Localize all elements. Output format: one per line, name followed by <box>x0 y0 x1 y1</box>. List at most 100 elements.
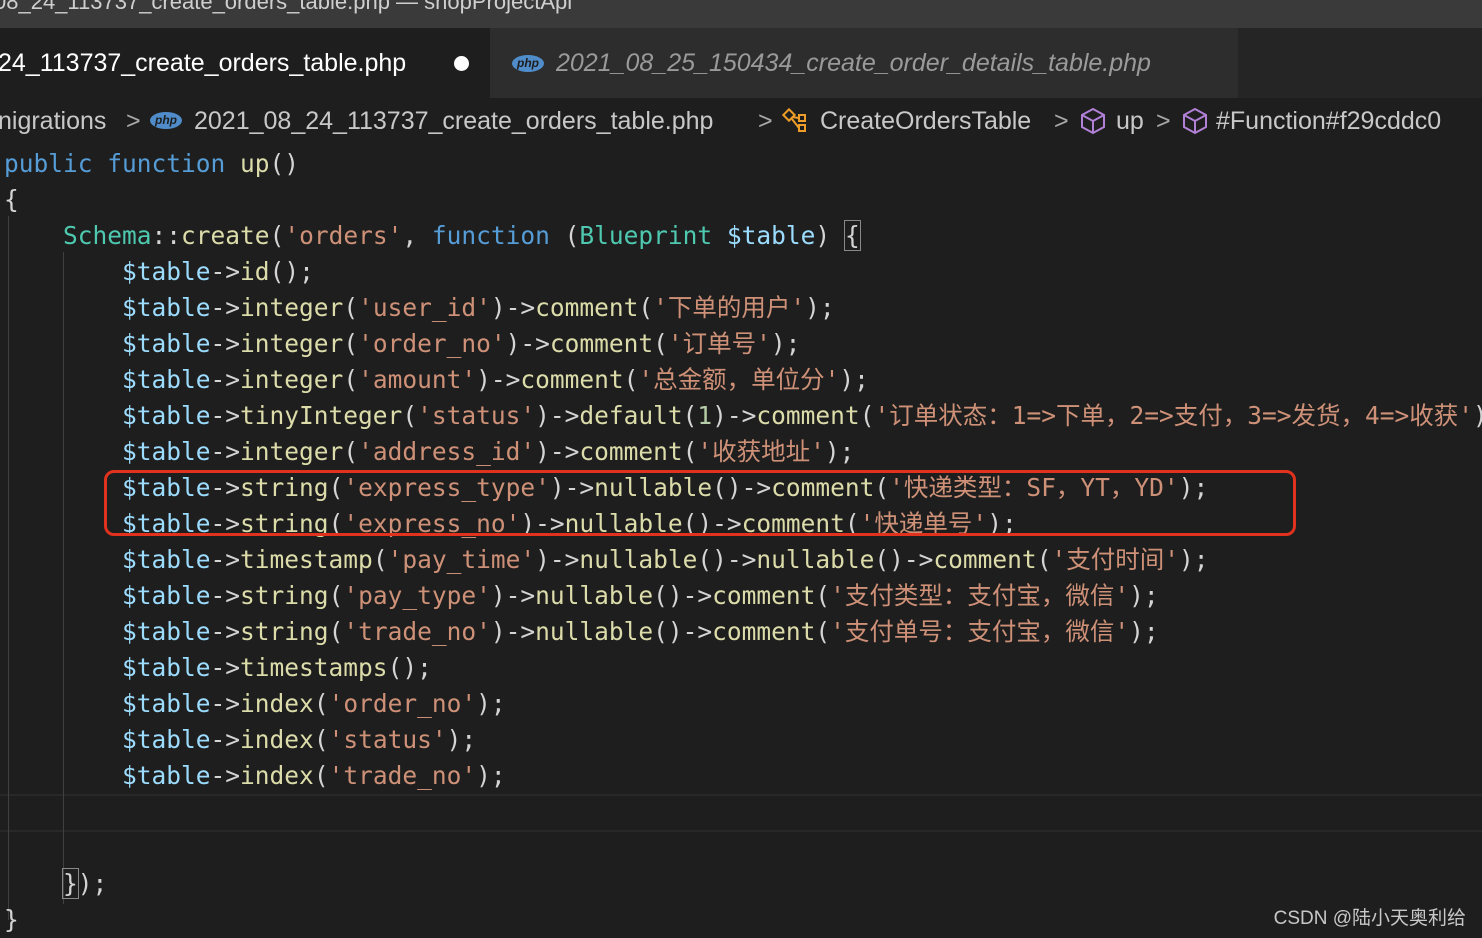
breadcrumb-folder[interactable]: nigrations <box>0 98 106 144</box>
breadcrumb-function[interactable]: #Function#f29cddc0 <box>1216 98 1441 144</box>
code-token: -> <box>210 689 241 718</box>
code-token: ); <box>1473 401 1482 430</box>
chevron-right-icon: > <box>126 107 141 135</box>
tab-label: 24_113737_create_orders_table.php <box>0 49 407 77</box>
code-token: () <box>269 149 300 178</box>
code-line: $table->tinyInteger('status')->default(1… <box>4 398 1482 434</box>
php-icon: php <box>150 112 182 129</box>
code-token: { <box>4 185 19 214</box>
code-token: ( <box>343 293 359 322</box>
code-token: ); <box>1129 617 1159 646</box>
code-line: $table->index('order_no'); <box>4 686 506 722</box>
code-editor[interactable]: public function up(){ Schema::create('or… <box>0 144 1482 936</box>
code-token: 'order_no' <box>328 689 477 718</box>
code-token: -> <box>210 545 241 574</box>
code-token: -> <box>210 401 241 430</box>
code-token: '订单状态：1=>下单，2=>支付，3=>发货，4=>收获' <box>874 401 1473 430</box>
code-line: $table->string('trade_no')->nullable()->… <box>4 614 1159 650</box>
code-token: 1 <box>697 401 713 430</box>
code-token: ()-> <box>653 581 713 610</box>
code-token: $table <box>122 401 211 430</box>
code-token: ()-> <box>874 545 934 574</box>
code-token: string <box>240 581 329 610</box>
code-token: ( <box>343 329 359 358</box>
chevron-right-icon: > <box>758 107 773 135</box>
code-token: Blueprint <box>579 221 727 250</box>
breadcrumb-class[interactable]: CreateOrdersTable <box>820 98 1031 144</box>
code-token: )-> <box>490 293 536 322</box>
code-token: default <box>579 401 683 430</box>
code-token: (); <box>387 653 432 682</box>
code-line: public function up() <box>4 146 299 182</box>
current-line-highlight <box>0 794 1482 832</box>
tab-create-order-details-table[interactable]: php 2021_08_25_150434_create_order_detai… <box>490 28 1238 98</box>
code-token: 'pay_time' <box>387 545 536 574</box>
code-token: ( <box>372 545 388 574</box>
code-token: '总金额，单位分' <box>638 365 840 394</box>
code-token: $table <box>122 761 211 790</box>
breadcrumb-file[interactable]: 2021_08_24_113737_create_orders_table.ph… <box>194 98 713 144</box>
code-token: up <box>240 149 270 178</box>
code-token: )-> <box>490 617 536 646</box>
code-token: ); <box>805 293 835 322</box>
code-token: ); <box>824 437 855 466</box>
method-cube-icon <box>1081 107 1105 135</box>
code-token: ); <box>839 365 869 394</box>
code-line: $table->integer('address_id')->comment('… <box>4 434 854 470</box>
code-token: index <box>240 761 314 790</box>
code-token: 'status' <box>328 725 447 754</box>
code-token: ( <box>682 437 698 466</box>
code-token: $table <box>122 293 211 322</box>
code-token: '支付类型：支付宝，微信' <box>830 581 1130 610</box>
code-token: -> <box>210 329 241 358</box>
code-token: function <box>107 149 241 178</box>
code-token: '收获地址' <box>697 437 825 466</box>
code-token: comment <box>520 365 624 394</box>
code-token: index <box>240 689 314 718</box>
code-line: $table->integer('amount')->comment('总金额，… <box>4 362 869 398</box>
code-token: index <box>240 725 314 754</box>
code-token: )-> <box>535 401 580 430</box>
code-token: comment <box>712 617 816 646</box>
code-token: 'trade_no' <box>343 617 491 646</box>
code-token: ( <box>638 293 654 322</box>
code-token: comment <box>712 581 816 610</box>
code-token: $table <box>122 581 211 610</box>
code-token: ( <box>269 221 285 250</box>
code-line: $table->integer('order_no')->comment('订单… <box>4 326 800 362</box>
watermark: CSDN @陆小天奥利给 <box>1273 908 1466 929</box>
code-token: ( <box>682 401 698 430</box>
tab-create-orders-table[interactable]: 24_113737_create_orders_table.php <box>0 28 490 98</box>
annotation-highlight-box <box>104 470 1296 536</box>
code-token: 'amount' <box>358 365 477 394</box>
code-token: ( <box>623 365 639 394</box>
code-token: $table <box>726 221 816 250</box>
code-line: $table->timestamps(); <box>4 650 432 686</box>
code-token: ( <box>859 401 875 430</box>
code-token: integer <box>240 329 344 358</box>
unsaved-dot-icon[interactable] <box>454 56 469 71</box>
code-token: ); <box>476 689 506 718</box>
code-token: comment <box>933 545 1037 574</box>
code-token: ( <box>328 617 344 646</box>
breadcrumb-method[interactable]: up <box>1116 98 1144 144</box>
code-token: ); <box>476 761 506 790</box>
code-token: )-> <box>535 545 580 574</box>
code-token: -> <box>210 581 241 610</box>
code-token: '下单的用户' <box>653 293 806 322</box>
code-token: $table <box>122 617 211 646</box>
code-token: ( <box>313 689 329 718</box>
code-token: -> <box>210 437 241 466</box>
code-token: :: <box>151 221 182 250</box>
code-line: $table->index('status'); <box>4 722 476 758</box>
code-token: Schema <box>63 221 152 250</box>
code-token: $table <box>122 365 211 394</box>
chevron-right-icon: > <box>1054 107 1069 135</box>
code-token: nullable <box>756 545 875 574</box>
